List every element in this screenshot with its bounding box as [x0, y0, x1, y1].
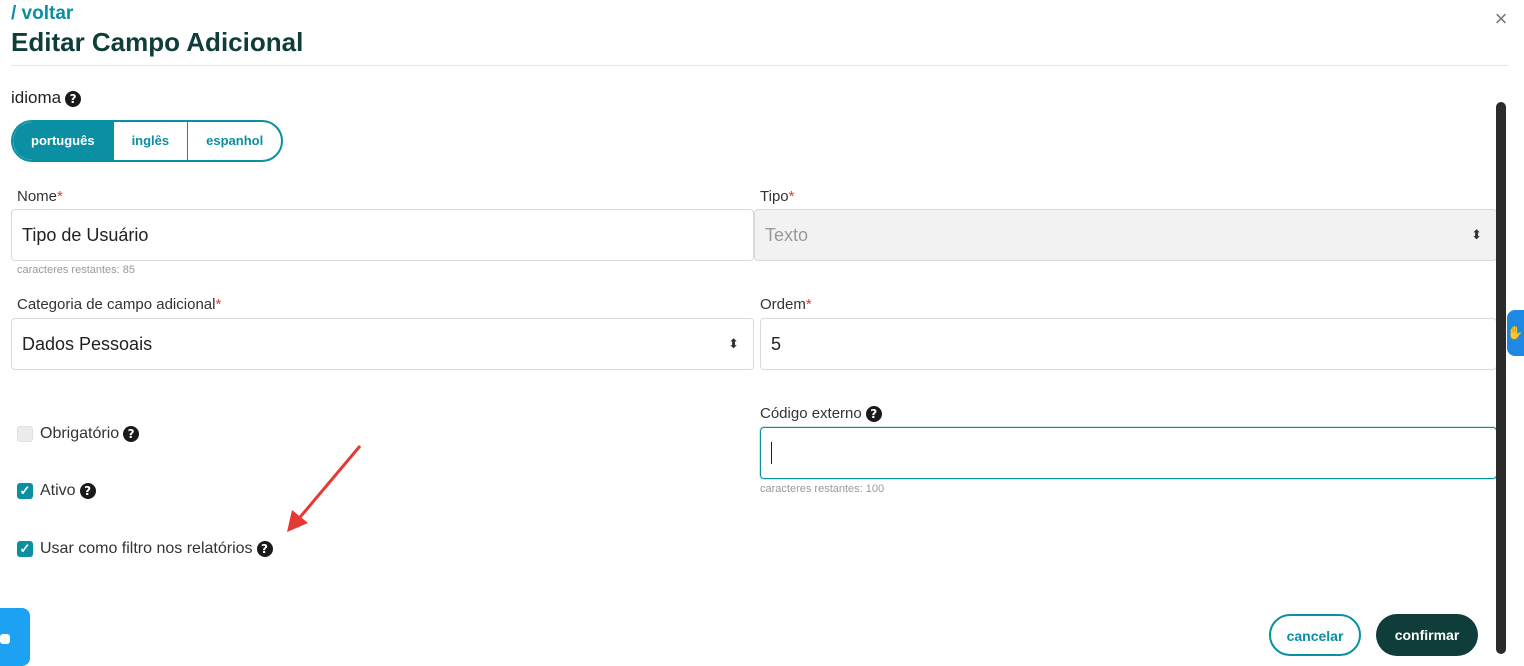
- ativo-label: Ativo: [40, 482, 76, 499]
- chat-bubble-icon: [0, 634, 10, 644]
- confirm-button[interactable]: confirmar: [1376, 614, 1478, 656]
- required-mark: *: [788, 188, 795, 205]
- ativo-checkbox-row[interactable]: ✓ Ativo ?: [17, 482, 96, 500]
- language-label-text: idioma: [11, 88, 62, 107]
- categoria-select-value: Dados Pessoais: [22, 334, 153, 354]
- required-mark: *: [57, 188, 63, 205]
- language-option-portugues[interactable]: português: [13, 122, 114, 160]
- tipo-label: Tipo*: [760, 188, 794, 205]
- nome-label: Nome*: [17, 188, 63, 205]
- annotation-arrow-icon: [287, 445, 362, 532]
- page-title: Editar Campo Adicional: [11, 27, 304, 57]
- codigo-externo-label: Código externo?: [760, 405, 882, 423]
- obrigatorio-label: Obrigatório: [40, 425, 120, 442]
- header-divider: [11, 65, 1508, 66]
- categoria-label-text: Categoria de campo adicional: [17, 296, 216, 313]
- obrigatorio-checkbox-row[interactable]: Obrigatório ?: [17, 425, 140, 443]
- ordem-label: Ordem*: [760, 296, 812, 313]
- obrigatorio-checkbox[interactable]: [17, 426, 33, 442]
- cancel-button[interactable]: cancelar: [1269, 614, 1361, 656]
- tipo-select[interactable]: Texto ⬍: [754, 209, 1497, 261]
- categoria-select[interactable]: Dados Pessoais ⬍: [11, 318, 754, 370]
- tipo-select-value: Texto: [765, 225, 809, 245]
- accessibility-hand-icon[interactable]: ✋: [1507, 310, 1524, 356]
- back-link[interactable]: / voltar: [11, 3, 73, 25]
- chevron-updown-icon: ⬍: [728, 336, 739, 351]
- categoria-label: Categoria de campo adicional*: [17, 296, 221, 313]
- codigo-externo-label-text: Código externo: [760, 405, 862, 422]
- ordem-label-text: Ordem: [760, 296, 806, 313]
- help-icon[interactable]: ?: [865, 406, 882, 423]
- chat-widget-button[interactable]: [0, 608, 30, 666]
- codigo-externo-char-counter: caracteres restantes: 100: [760, 483, 885, 495]
- filtro-checkbox[interactable]: ✓: [17, 541, 33, 557]
- nome-input[interactable]: Tipo de Usuário: [11, 209, 754, 261]
- ativo-checkbox[interactable]: ✓: [17, 483, 33, 499]
- close-icon[interactable]: ×: [1490, 8, 1512, 30]
- required-mark: *: [215, 296, 222, 313]
- text-cursor: [771, 442, 772, 464]
- tipo-label-text: Tipo: [760, 188, 789, 205]
- chevron-updown-icon: ⬍: [1471, 227, 1482, 242]
- codigo-externo-input[interactable]: [760, 427, 1497, 479]
- filtro-label: Usar como filtro nos relatórios: [40, 540, 253, 557]
- nome-label-text: Nome: [17, 188, 58, 205]
- language-label: idioma?: [11, 88, 82, 108]
- language-option-espanhol[interactable]: espanhol: [188, 122, 281, 160]
- language-toggle: português inglês espanhol: [11, 120, 284, 162]
- scrollbar[interactable]: [1496, 102, 1506, 654]
- help-icon[interactable]: ?: [65, 90, 82, 107]
- required-mark: *: [805, 296, 812, 313]
- help-icon[interactable]: ?: [256, 541, 273, 557]
- language-option-ingles[interactable]: inglês: [114, 122, 189, 160]
- ordem-input[interactable]: 5: [760, 318, 1497, 370]
- nome-char-counter: caracteres restantes: 85: [17, 264, 136, 276]
- help-icon[interactable]: ?: [123, 426, 140, 442]
- filtro-checkbox-row[interactable]: ✓ Usar como filtro nos relatórios ?: [17, 540, 273, 558]
- help-icon[interactable]: ?: [79, 483, 96, 499]
